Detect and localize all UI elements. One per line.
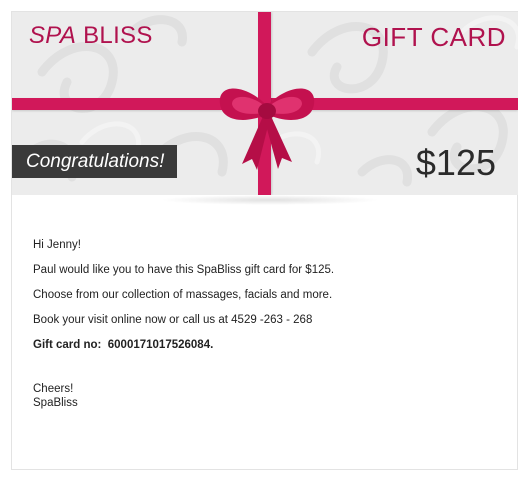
gift-card-number: Gift card no: 6000171017526084. [33,338,493,352]
message-line-1: Paul would like you to have this SpaBlis… [33,264,335,276]
gift-amount: $125 [415,142,496,183]
brand-bliss: BLISS [83,22,153,49]
signature: SpaBliss [33,397,78,409]
gift-card-title: GIFT CARD [361,22,506,52]
ribbon-bow-icon [219,88,315,170]
greeting: Hi Jenny! [33,239,81,251]
header-shadow [160,195,380,205]
message-line-2: Choose from our collection of massages, … [33,289,333,301]
gift-card-header: SPA BLISS GIFT CARD Congratulations! $12… [12,12,518,195]
gift-message: Hi Jenny! Paul would like you to have th… [33,238,493,410]
brand-logo: SPA BLISS [29,22,153,50]
gift-card-number-label: Gift card no: [33,339,102,351]
congratulations-banner: Congratulations! [12,145,177,178]
message-line-3: Book your visit online now or call us at… [33,314,313,326]
signoff: Cheers! [33,383,74,395]
gift-card-number-value: 6000171017526084. [107,339,214,351]
brand-spa: SPA [29,22,77,49]
